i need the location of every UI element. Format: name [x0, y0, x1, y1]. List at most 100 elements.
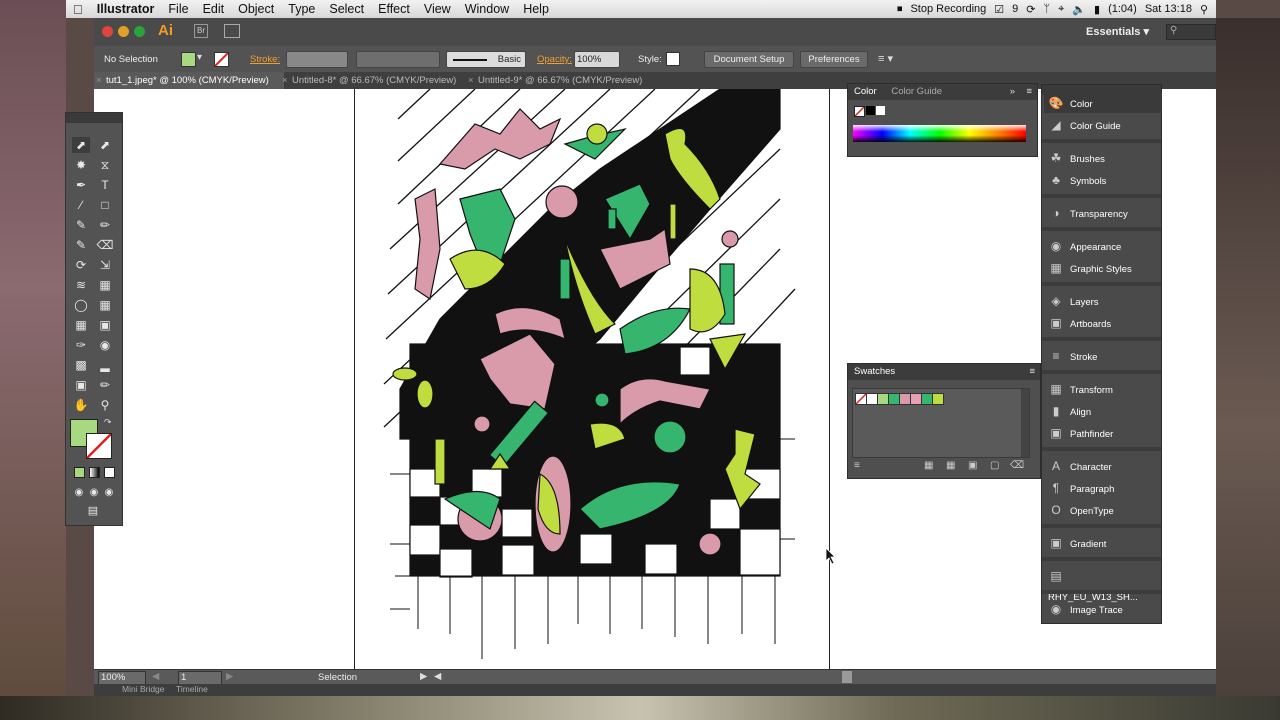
dock-item-stroke[interactable]: ≡ Stroke — [1048, 346, 1156, 366]
new-color-group-icon[interactable]: ▣ — [968, 460, 977, 471]
hand-tool-icon[interactable]: ✋ — [72, 397, 90, 413]
volume-icon[interactable]: 🔈 — [1072, 3, 1086, 16]
color-guide-tab[interactable]: Color Guide — [891, 86, 942, 97]
menu-file[interactable]: File — [161, 2, 195, 16]
arrange-documents-icon[interactable] — [224, 24, 240, 38]
close-tab-icon[interactable]: × — [468, 72, 474, 89]
fill-color-swatch[interactable] — [181, 52, 196, 67]
dock-item-symbols[interactable]: ♣ Symbols — [1048, 170, 1156, 190]
spotlight-icon[interactable]: ⚲ — [1200, 3, 1208, 16]
document-tab-1[interactable]: × tut1_1.jpeg* @ 100% (CMYK/Preview) — [94, 72, 284, 89]
dock-item-paragraph[interactable]: ¶ Paragraph — [1048, 478, 1156, 498]
search-field[interactable]: ⚲ — [1166, 24, 1216, 40]
previous-artboard-icon[interactable]: ◀ — [152, 671, 159, 682]
timeline-tab[interactable]: Timeline — [176, 684, 208, 694]
close-tab-icon[interactable]: × — [282, 72, 288, 89]
swatch-lime[interactable] — [932, 393, 944, 405]
menu-app-name[interactable]: Illustrator — [90, 2, 162, 16]
stop-recording-icon[interactable]: ⏹ — [897, 3, 903, 16]
show-swatch-kinds-icon[interactable]: ▦ — [924, 460, 933, 471]
eraser-tool-icon[interactable]: ⌫ — [96, 237, 114, 253]
notification-count[interactable]: 9 — [1012, 3, 1018, 15]
scroll-left-icon[interactable]: ◀ — [434, 671, 441, 682]
battery-time[interactable]: (1:04) — [1108, 3, 1137, 15]
blob-brush-tool-icon[interactable]: ✎ — [72, 237, 90, 253]
notification-icon[interactable]: ☑ — [994, 3, 1004, 16]
swatch-scrollbar[interactable] — [1021, 389, 1029, 457]
dock-item-artboards[interactable]: ▣ Artboards — [1048, 313, 1156, 333]
dock-item-color[interactable]: 🎨 Color — [1044, 93, 1162, 113]
variable-width-profile[interactable] — [356, 51, 440, 68]
gradient-mode-button[interactable] — [89, 467, 100, 478]
dock-item-layers[interactable]: ◈ Layers — [1048, 291, 1156, 311]
dock-item-transparency[interactable]: ◑ Transparency — [1048, 203, 1156, 223]
column-graph-tool-icon[interactable]: ▂ — [96, 357, 114, 373]
menu-edit[interactable]: Edit — [196, 2, 232, 16]
dock-item-pathfinder[interactable]: ▣ Pathfinder — [1048, 423, 1156, 443]
slice-tool-icon[interactable]: ✏ — [96, 377, 114, 393]
width-tool-icon[interactable]: ≋ — [72, 277, 90, 293]
close-window-button[interactable] — [102, 26, 113, 37]
opacity-label[interactable]: Opacity: — [537, 54, 572, 65]
fill-none-swatch[interactable] — [854, 106, 865, 117]
free-transform-tool-icon[interactable]: ▦ — [96, 277, 114, 293]
collapse-panel-icon[interactable]: » — [1010, 84, 1015, 100]
dock-item-library[interactable]: ▤RHY_EU_W13_SH... — [1048, 566, 1156, 603]
perspective-grid-tool-icon[interactable]: ▦ — [96, 297, 114, 313]
status-menu-arrow[interactable]: ▶ — [420, 671, 427, 682]
brush-definition-dropdown[interactable]: Basic — [446, 51, 526, 68]
graphic-style-swatch[interactable] — [666, 52, 680, 66]
type-tool-icon[interactable]: T — [96, 177, 114, 193]
black-swatch[interactable] — [866, 106, 875, 115]
document-setup-button[interactable]: Document Setup — [704, 51, 794, 68]
dock-item-brushes[interactable]: ☘ Brushes — [1048, 148, 1156, 168]
horizontal-scrollbar-thumb[interactable] — [842, 671, 852, 683]
zoom-field[interactable]: 100% — [98, 671, 146, 685]
dock-item-graphic-styles[interactable]: ▦ Graphic Styles — [1048, 258, 1156, 278]
swap-fill-stroke-icon[interactable]: ↷ — [104, 417, 112, 428]
direct-selection-tool-icon[interactable]: ⬈ — [96, 137, 114, 153]
wifi-icon[interactable]: ⌖ — [1058, 3, 1064, 16]
menu-object[interactable]: Object — [231, 2, 281, 16]
clock[interactable]: Sat 13:18 — [1145, 3, 1192, 15]
swatch-libraries-menu-icon[interactable]: ≡ — [854, 460, 860, 471]
gradient-tool-icon[interactable]: ▣ — [96, 317, 114, 333]
shape-builder-tool-icon[interactable]: ◯ — [72, 297, 90, 313]
blend-tool-icon[interactable]: ◉ — [96, 337, 114, 353]
symbol-sprayer-tool-icon[interactable]: ▩ — [72, 357, 90, 373]
stroke-color-swatch[interactable] — [214, 52, 229, 67]
draw-inside-icon[interactable]: ◉ — [100, 485, 118, 501]
current-tool-status[interactable]: Selection — [318, 672, 357, 683]
selection-tool-icon[interactable]: ⬈ — [72, 137, 90, 153]
close-tab-icon[interactable]: × — [96, 72, 102, 89]
menu-view[interactable]: View — [417, 2, 458, 16]
dock-item-image-trace[interactable]: ◉ Image Trace — [1048, 599, 1156, 619]
align-options-icon[interactable]: ≡ ▾ — [878, 52, 893, 65]
menu-help[interactable]: Help — [516, 2, 556, 16]
menu-effect[interactable]: Effect — [371, 2, 417, 16]
lasso-tool-icon[interactable]: ⧖ — [96, 157, 114, 173]
stroke-label[interactable]: Stroke: — [250, 54, 280, 65]
panel-menu-icon[interactable]: ≡ — [1029, 364, 1035, 380]
bridge-icon[interactable]: Br — [194, 24, 208, 38]
color-tab[interactable]: Color — [854, 86, 877, 97]
pen-tool-icon[interactable]: ✒ — [72, 177, 90, 193]
new-swatch-icon[interactable]: ▢ — [990, 460, 999, 471]
tools-panel-header[interactable] — [66, 113, 122, 123]
swatches-title[interactable]: Swatches — [854, 366, 895, 377]
stroke-swatch-large[interactable] — [86, 433, 112, 459]
scale-tool-icon[interactable]: ⇲ — [96, 257, 114, 273]
preferences-button[interactable]: Preferences — [800, 51, 868, 68]
menu-type[interactable]: Type — [281, 2, 322, 16]
pencil-tool-icon[interactable]: ✏ — [96, 217, 114, 233]
artboard-tool-icon[interactable]: ▣ — [72, 377, 90, 393]
zoom-tool-icon[interactable]: ⚲ — [96, 397, 114, 413]
apple-icon[interactable]:  — [66, 2, 90, 17]
document-tab-3[interactable]: × Untitled-9* @ 66.67% (CMYK/Preview) — [466, 72, 654, 89]
minimize-window-button[interactable] — [118, 26, 129, 37]
color-spectrum[interactable] — [853, 125, 1026, 142]
fill-dropdown-arrow[interactable]: ▾ — [197, 52, 202, 63]
dock-item-transform[interactable]: ▦ Transform — [1048, 379, 1156, 399]
zoom-window-button[interactable] — [134, 26, 145, 37]
swatch-options-icon[interactable]: ▦ — [946, 460, 955, 471]
